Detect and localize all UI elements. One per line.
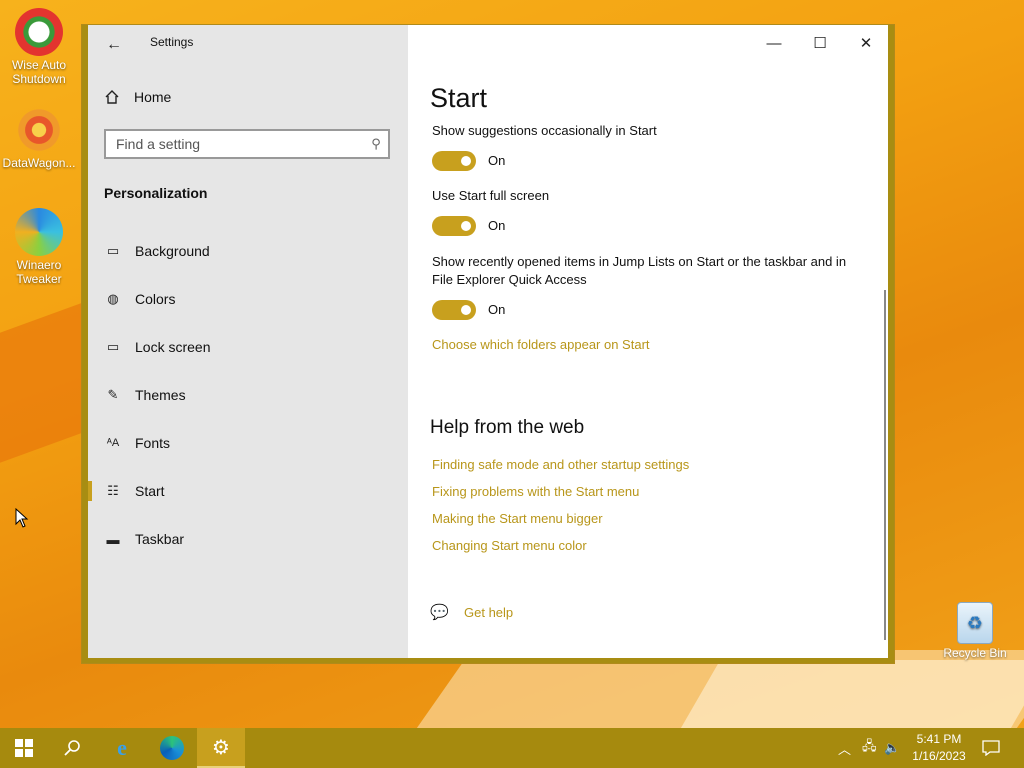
sidebar: ← Settings Home ⚲ Personalization ▭ Back… [88, 25, 408, 658]
windows-logo-icon [15, 739, 33, 757]
choose-folders-link[interactable]: Choose which folders appear on Start [432, 337, 650, 352]
sidebar-item-label: Taskbar [135, 531, 185, 547]
minimize-icon: — [766, 34, 782, 52]
arrow-left-icon: ← [106, 36, 122, 53]
close-icon: ✕ [859, 35, 873, 52]
volume-button[interactable]: 🔈 [884, 728, 900, 768]
toggle-suggestions[interactable] [432, 151, 476, 171]
setting-label-jump-lists: Show recently opened items in Jump Lists… [432, 254, 847, 287]
clock-app-icon [15, 8, 63, 56]
toggle-full-screen[interactable] [432, 216, 476, 236]
start-icon: ☷ [107, 483, 119, 498]
sidebar-item-lock-screen[interactable]: ▭ Lock screen [88, 327, 408, 367]
taskbar: e ⚙ ︿ 🖧 🔈 5:41 PM 1/16/2023 [0, 728, 1024, 768]
setting-label-full-screen: Use Start full screen [432, 188, 550, 203]
scrollbar[interactable] [884, 290, 886, 640]
clock-time: 5:41 PM [916, 732, 962, 746]
sidebar-item-label: Background [135, 243, 210, 259]
edge-button[interactable] [148, 728, 196, 768]
toggle-knob [461, 221, 471, 231]
search-icon [64, 740, 80, 756]
start-button[interactable] [0, 728, 48, 768]
sidebar-item-fonts[interactable]: ᴬA Fonts [88, 423, 408, 463]
gear-icon: ⚙ [212, 736, 230, 759]
desktop-icon-winaero-tweaker[interactable]: Winaero Tweaker [0, 208, 78, 286]
network-button[interactable]: 🖧 [862, 728, 877, 768]
swirl-app-icon [15, 208, 63, 256]
sidebar-item-background[interactable]: ▭ Background [88, 231, 408, 271]
chat-help-icon: 💬 [430, 604, 449, 621]
toggle-state: On [488, 153, 506, 168]
clock-date: 1/16/2023 [912, 749, 966, 763]
content-pane: — ☐ ✕ Start Show suggestions occasionall… [408, 25, 888, 658]
internet-explorer-button[interactable]: e [98, 728, 146, 768]
help-link-bigger-menu[interactable]: Making the Start menu bigger [432, 511, 603, 526]
sidebar-item-label: Colors [135, 291, 176, 307]
sidebar-item-label: Themes [135, 387, 186, 403]
desktop-icon-label: DataWagon... [2, 156, 76, 170]
speaker-icon: 🔈 [884, 740, 901, 755]
recycle-bin-icon: ♻ [957, 602, 993, 644]
toggle-jump-lists[interactable] [432, 300, 476, 320]
window-title: Settings [150, 35, 194, 49]
settings-window: ← Settings Home ⚲ Personalization ▭ Back… [81, 24, 895, 664]
back-button[interactable]: ← [102, 33, 126, 57]
mouse-cursor-icon [15, 508, 29, 528]
sidebar-item-label: Start [135, 483, 165, 499]
image-icon: ▭ [106, 243, 120, 258]
desktop-icon-datawagon[interactable]: DataWagon... [0, 106, 78, 170]
desktop-icon-recycle-bin[interactable]: ♻ Recycle Bin [936, 602, 1014, 660]
search-input[interactable] [106, 136, 364, 152]
themes-icon: ✎ [107, 387, 119, 402]
close-button[interactable]: ✕ [846, 33, 886, 53]
help-heading: Help from the web [430, 417, 585, 438]
maximize-icon: ☐ [813, 35, 827, 52]
notifications-button[interactable] [982, 728, 1000, 768]
home-icon [105, 90, 119, 104]
sidebar-item-label: Lock screen [135, 339, 211, 355]
clock[interactable]: 5:41 PM 1/16/2023 [906, 731, 972, 765]
sidebar-item-start[interactable]: ☷ Start [88, 471, 408, 511]
toggle-knob [461, 156, 471, 166]
page-title: Start [430, 83, 488, 113]
sidebar-item-label: Fonts [135, 435, 171, 451]
sidebar-item-themes[interactable]: ✎ Themes [88, 375, 408, 415]
home-label: Home [134, 89, 172, 105]
sidebar-item-taskbar[interactable]: ▬ Taskbar [88, 519, 408, 559]
network-icon: 🖧 [862, 738, 877, 753]
toggle-knob [461, 305, 471, 315]
desktop-icon-label: Winaero Tweaker [16, 258, 62, 286]
desktop-icon-label: Wise Auto Shutdown [11, 58, 67, 86]
search-box[interactable]: ⚲ [104, 129, 390, 159]
settings-taskbar-button[interactable]: ⚙ [197, 728, 245, 768]
fonts-icon: ᴬA [106, 437, 120, 449]
wallpaper-shape [679, 660, 1024, 730]
internet-explorer-icon: e [117, 735, 127, 760]
search-icon[interactable]: ⚲ [364, 136, 388, 152]
maximize-button[interactable]: ☐ [800, 33, 840, 53]
mandala-app-icon [15, 106, 63, 154]
home-nav-item[interactable]: Home [104, 89, 171, 105]
help-link-safe-mode[interactable]: Finding safe mode and other startup sett… [432, 457, 689, 472]
help-link-menu-color[interactable]: Changing Start menu color [432, 538, 587, 553]
help-link-fixing-problems[interactable]: Fixing problems with the Start menu [432, 484, 639, 499]
notification-icon [982, 740, 1000, 756]
toggle-state: On [488, 302, 506, 317]
edge-icon [160, 736, 184, 760]
desktop-icon-wise-auto-shutdown[interactable]: Wise Auto Shutdown [0, 8, 78, 86]
sidebar-item-colors[interactable]: ◍ Colors [88, 279, 408, 319]
show-hidden-icons-button[interactable]: ︿ [838, 728, 851, 768]
toggle-state: On [488, 218, 506, 233]
palette-icon: ◍ [107, 291, 119, 306]
setting-label-suggestions: Show suggestions occasionally in Start [432, 123, 657, 138]
section-heading: Personalization [104, 185, 208, 201]
desktop-icon-label: Recycle Bin [943, 646, 1007, 660]
lock-screen-icon: ▭ [106, 339, 120, 354]
minimize-button[interactable]: — [754, 33, 794, 53]
get-help-link[interactable]: Get help [464, 605, 513, 620]
search-button[interactable] [48, 728, 96, 768]
chevron-up-icon: ︿ [838, 741, 852, 757]
taskbar-icon: ▬ [106, 531, 120, 547]
